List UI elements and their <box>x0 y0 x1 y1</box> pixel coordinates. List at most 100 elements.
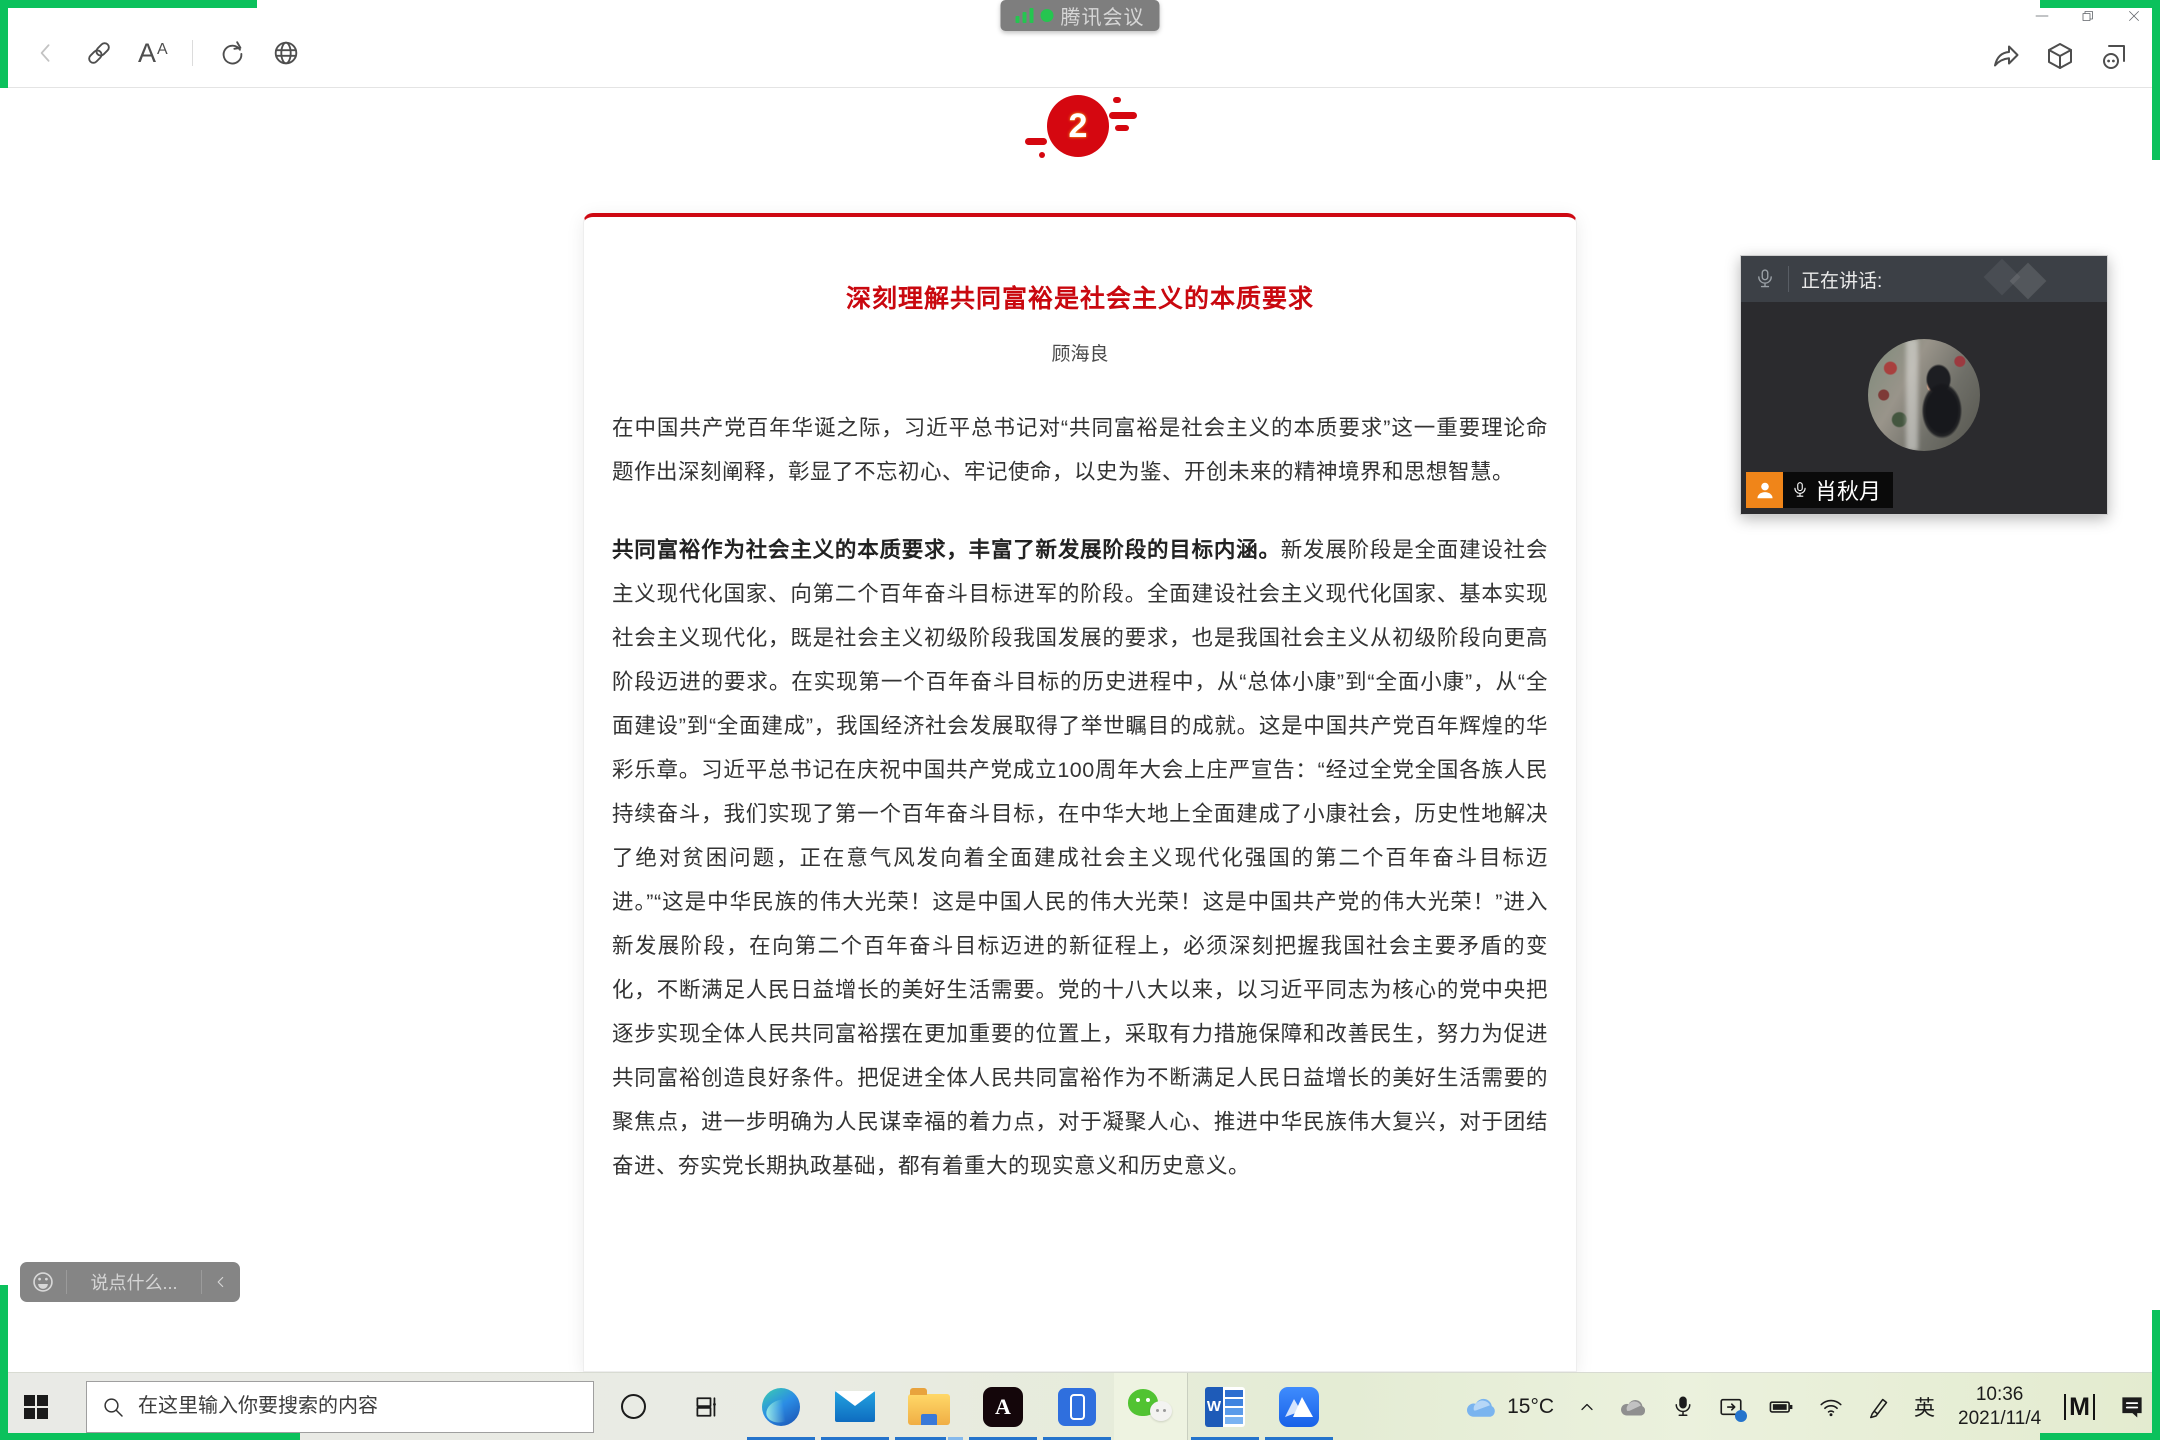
window-controls <box>2034 8 2142 24</box>
video-window-header[interactable]: 正在讲话: <box>1741 256 2107 302</box>
word-letter: W <box>1205 1386 1223 1427</box>
language-indicator[interactable]: 英 <box>1914 1392 1935 1422</box>
participant-avatar <box>1868 339 1980 452</box>
mic-icon <box>1758 269 1772 288</box>
acrobat-button[interactable]: A <box>966 1373 1040 1440</box>
weather-widget[interactable]: 15°C <box>1466 1395 1554 1419</box>
cortana-button[interactable] <box>596 1373 670 1440</box>
wechat-icon <box>1127 1387 1174 1427</box>
meeting-chat-bubble: 说点什么... <box>20 1262 240 1302</box>
emoji-icon[interactable] <box>30 1269 56 1295</box>
signal-bars-icon <box>1015 8 1034 23</box>
task-view-icon <box>696 1396 716 1417</box>
share-border-bottom-left <box>0 1433 300 1440</box>
toolbar-right-group <box>1990 40 2130 72</box>
screencast-active-dot <box>1735 1409 1748 1422</box>
collapse-chevron-icon[interactable] <box>212 1273 230 1291</box>
weather-cloud-icon <box>1467 1398 1495 1417</box>
your-phone-button[interactable] <box>1040 1373 1114 1440</box>
word-button[interactable]: W <box>1188 1373 1262 1440</box>
chat-divider <box>66 1270 67 1294</box>
meeting-status-pill[interactable]: 腾讯会议 <box>1000 0 1160 31</box>
tray-expand-button[interactable] <box>1577 1397 1597 1417</box>
host-badge-icon <box>1746 472 1783 508</box>
share-border-top-left <box>0 0 8 88</box>
video-window-body: 肖秋月 <box>1741 302 2107 514</box>
article-card: 深刻理解共同富裕是社会主义的本质要求 顾海良 在中国共产党百年华诞之际，习近平总… <box>583 213 1577 1372</box>
battery-tray-button[interactable] <box>1767 1394 1795 1420</box>
share-border-top-left <box>0 0 257 8</box>
task-view-button[interactable] <box>670 1373 744 1440</box>
file-explorer-button[interactable] <box>892 1373 966 1440</box>
wechat-button[interactable] <box>1114 1372 1188 1440</box>
word-icon: W <box>1205 1386 1245 1427</box>
article-paragraph-2: 共同富裕作为社会主义的本质要求，丰富了新发展阶段的目标内涵。新发展阶段是全面建设… <box>612 528 1548 1188</box>
wifi-tray-button[interactable] <box>1818 1394 1844 1420</box>
article-paragraph-1: 在中国共产党百年华诞之际，习近平总书记对“共同富裕是社会主义的本质要求”这一重要… <box>612 416 1548 484</box>
minimize-icon[interactable] <box>2034 8 2050 24</box>
article-author: 顾海良 <box>1051 344 1109 365</box>
screencast-tray-button[interactable] <box>1718 1394 1748 1422</box>
font-size-icon[interactable]: AA <box>138 37 168 68</box>
tencent-meeting-button[interactable] <box>1262 1373 1336 1440</box>
toolbar-left-group: AA <box>32 38 301 68</box>
link-icon[interactable] <box>84 38 114 68</box>
windows-logo-icon <box>24 1394 48 1419</box>
m-app-tray-icon[interactable]: M <box>2064 1393 2095 1420</box>
chevron-up-icon <box>1581 1403 1593 1410</box>
back-icon[interactable] <box>32 39 60 67</box>
wifi-icon <box>1820 1399 1842 1416</box>
search-input[interactable] <box>138 1395 558 1418</box>
page-number: 2 <box>1068 106 1088 145</box>
share-icon[interactable] <box>1990 40 2022 72</box>
participant-name: 肖秋月 <box>1815 479 1882 504</box>
screen: AA 腾讯会议 2 深刻理解共同富裕是社会主义的本质要求 顾海良 在中国共产党百… <box>0 0 2160 1440</box>
onedrive-cloud-icon <box>1621 1399 1646 1415</box>
header-divider <box>1788 266 1789 292</box>
chat-input[interactable]: 说点什么... <box>77 1269 191 1295</box>
page-badge-circle: 2 <box>1047 95 1109 157</box>
close-icon[interactable] <box>2126 8 2142 24</box>
taskbar-apps: A W <box>596 1372 1336 1440</box>
capture-icon[interactable] <box>2098 40 2130 72</box>
taskbar-search[interactable] <box>86 1380 594 1433</box>
toolbar-divider <box>191 40 193 66</box>
meeting-video-window: 正在讲话: 肖秋月 <box>1740 255 2108 515</box>
action-center-button[interactable] <box>2118 1393 2146 1421</box>
chat-divider <box>201 1270 202 1294</box>
taskbar-clock[interactable]: 10:36 2021/11/4 <box>1958 1383 2041 1431</box>
onedrive-tray-button[interactable] <box>1620 1397 1648 1417</box>
mic-tray-icon <box>1675 1396 1691 1416</box>
cortana-icon <box>620 1394 646 1419</box>
search-icon <box>104 1397 123 1417</box>
globe-icon[interactable] <box>271 38 301 68</box>
folder-icon <box>908 1387 950 1425</box>
share-border-top-right <box>2152 0 2160 160</box>
clock-date: 2021/11/4 <box>1958 1407 2042 1429</box>
share-border-bottom-right <box>2152 1310 2160 1440</box>
font-tool-small: A <box>157 40 168 58</box>
notification-icon <box>2122 1396 2142 1417</box>
share-border-bottom-right <box>2040 1433 2160 1440</box>
pen-icon <box>1870 1398 1888 1418</box>
paragraph-2-lead: 共同富裕作为社会主义的本质要求，丰富了新发展阶段的目标内涵。 <box>612 538 1281 562</box>
edge-button[interactable] <box>744 1373 818 1440</box>
edge-icon <box>762 1387 800 1426</box>
meeting-pill-label: 腾讯会议 <box>1060 7 1145 29</box>
refresh-icon[interactable] <box>217 38 247 68</box>
phone-icon <box>1058 1387 1096 1426</box>
page-loading-badge: 2 <box>1025 95 1137 158</box>
restore-icon[interactable] <box>2080 8 2096 24</box>
taskbar-tray: 15°C 英 10:36 2021/11/4 M <box>1466 1383 2160 1431</box>
start-button[interactable] <box>0 1373 72 1440</box>
paragraph-2-body: 新发展阶段是全面建设社会主义现代化国家、向第二个百年奋斗目标进军的阶段。全面建设… <box>612 538 1548 1178</box>
article-title: 深刻理解共同富裕是社会主义的本质要求 <box>845 285 1314 313</box>
share-border-bottom-left <box>0 1285 8 1440</box>
mail-icon <box>835 1391 875 1422</box>
cube-icon[interactable] <box>2044 40 2076 72</box>
mail-button[interactable] <box>818 1373 892 1440</box>
pen-tray-button[interactable] <box>1867 1395 1891 1419</box>
microphone-tray-button[interactable] <box>1671 1395 1695 1419</box>
font-tool-big: A <box>138 37 157 68</box>
participant-name-tag: 肖秋月 <box>1746 472 1894 508</box>
